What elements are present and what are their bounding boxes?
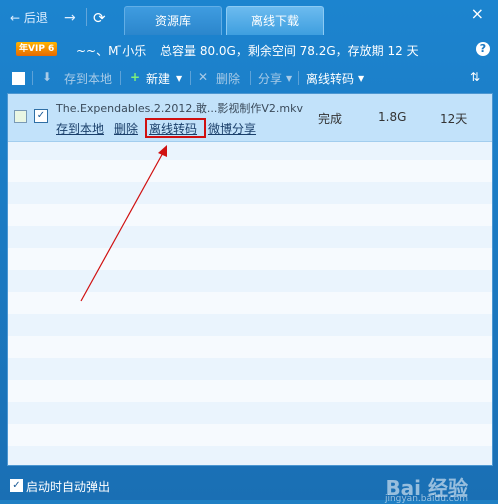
row-size: 1.8G xyxy=(378,110,407,124)
top-bar: ← 后退 → ⟳ 资源库 离线下载 × xyxy=(0,0,498,35)
list-item[interactable]: ✓ The.Expendables.2.2012.敢...影视制作V2.mkv … xyxy=(8,94,492,142)
app-window: ← 后退 → ⟳ 资源库 离线下载 × 年VIP 6 ~~、M ̄小乐 总容量 … xyxy=(0,0,498,504)
tab-resource-library[interactable]: 资源库 xyxy=(124,6,222,35)
highlight-box xyxy=(145,118,206,138)
toolbar: ⬇ 存到本地 + 新建 ▼ ✕ 删除 分享 ▼ 离线转码 ▼ ⇅ xyxy=(0,66,498,90)
chevron-down-icon[interactable]: ▼ xyxy=(358,74,364,83)
username: ~~、M ̄小乐 xyxy=(76,44,147,58)
share-button[interactable]: 分享 xyxy=(258,70,282,87)
download-icon: ⬇ xyxy=(42,70,53,84)
toolbar-divider xyxy=(190,71,191,85)
toolbar-divider xyxy=(120,71,121,85)
auto-popup-label: 启动时自动弹出 xyxy=(26,480,111,494)
delete-button[interactable]: 删除 xyxy=(216,70,240,87)
footer-bar: ✓ 启动时自动弹出 Bai 经验 jingyan.baidu.com xyxy=(0,470,498,504)
select-all-checkbox[interactable] xyxy=(12,72,25,85)
row-delete-link[interactable]: 删除 xyxy=(114,120,138,137)
save-local-button[interactable]: 存到本地 xyxy=(64,70,112,87)
delete-x-icon: ✕ xyxy=(198,70,209,84)
refresh-button[interactable]: ⟳ xyxy=(93,9,106,27)
toolbar-divider xyxy=(32,71,33,85)
sort-icon[interactable]: ⇅ xyxy=(470,70,480,84)
close-icon[interactable]: × xyxy=(471,4,484,23)
file-name: The.Expendables.2.2012.敢...影视制作V2.mkv xyxy=(56,102,303,115)
row-save-local-link[interactable]: 存到本地 xyxy=(56,120,104,137)
row-weibo-share-link[interactable]: 微博分享 xyxy=(208,120,256,137)
storage-info: 总容量 80.0G，剩余空间 78.2G，存放期 12 天 xyxy=(160,44,419,58)
row-days: 12天 xyxy=(440,112,468,126)
forward-button[interactable]: → xyxy=(64,9,76,27)
nav-divider xyxy=(86,8,87,26)
toolbar-divider xyxy=(250,71,251,85)
watermark-url: jingyan.baidu.com xyxy=(384,494,468,504)
plus-icon: + xyxy=(130,70,141,84)
toolbar-divider xyxy=(298,71,299,85)
help-icon[interactable]: ? xyxy=(476,42,490,56)
vip-badge: 年VIP 6 xyxy=(16,42,58,56)
row-status: 完成 xyxy=(318,112,343,126)
chevron-down-icon[interactable]: ▼ xyxy=(176,74,182,83)
tab-offline-download[interactable]: 离线下载 xyxy=(226,6,324,35)
row-checkbox[interactable]: ✓ xyxy=(34,109,48,123)
transcode-button[interactable]: 离线转码 xyxy=(306,70,354,87)
row-status-box xyxy=(14,110,27,123)
download-list: ✓ The.Expendables.2.2012.敢...影视制作V2.mkv … xyxy=(7,93,493,466)
back-button[interactable]: ← 后退 xyxy=(10,9,48,27)
auto-popup-checkbox[interactable]: ✓ xyxy=(10,479,23,492)
new-button[interactable]: 新建 xyxy=(146,70,170,87)
account-info-bar: 年VIP 6 ~~、M ̄小乐 总容量 80.0G，剩余空间 78.2G，存放期… xyxy=(0,38,498,62)
chevron-down-icon[interactable]: ▼ xyxy=(286,74,292,83)
